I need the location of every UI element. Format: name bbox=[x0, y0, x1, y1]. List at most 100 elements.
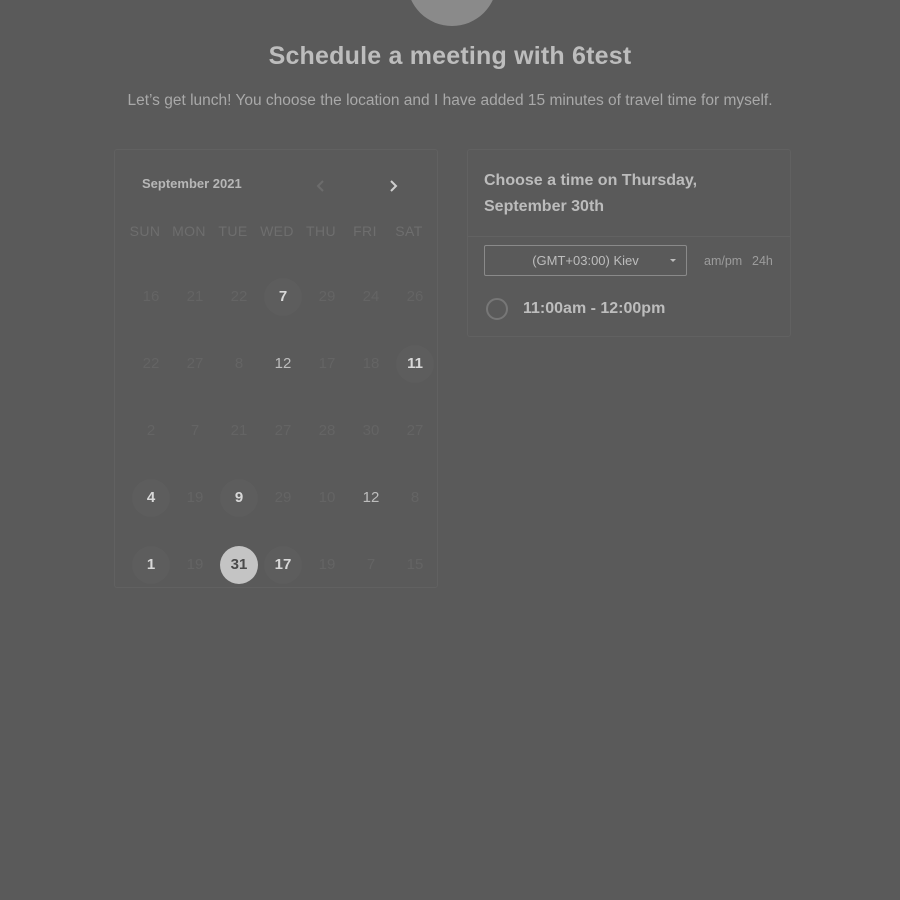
calendar-day: 19 bbox=[173, 464, 217, 531]
calendar-day-number: 29 bbox=[318, 288, 336, 305]
calendar-day-number: 27 bbox=[274, 422, 292, 439]
calendar-day-number: 7 bbox=[366, 556, 376, 573]
calendar-day: 2 bbox=[129, 397, 173, 464]
calendar-day-number: 19 bbox=[318, 556, 336, 573]
calendar-day-number: 31 bbox=[220, 545, 258, 584]
calendar-day: 21 bbox=[173, 263, 217, 330]
chevron-right-icon bbox=[390, 180, 398, 192]
calendar-day[interactable]: 1 bbox=[129, 531, 173, 598]
calendar-day-number: 10 bbox=[318, 489, 336, 506]
calendar-day-number: 21 bbox=[230, 422, 248, 439]
format-ampm-toggle[interactable]: am/pm bbox=[704, 254, 742, 268]
calendar-day: 27 bbox=[261, 397, 305, 464]
calendar-day-number: 17 bbox=[264, 545, 302, 584]
calendar-day: 8 bbox=[217, 330, 261, 397]
calendar-day: 7 bbox=[349, 531, 393, 598]
weekday-label: MON bbox=[172, 223, 206, 239]
calendar-day: 7 bbox=[173, 397, 217, 464]
weekday-label: THU bbox=[306, 223, 336, 239]
page-subtitle: Let’s get lunch! You choose the location… bbox=[127, 92, 773, 109]
calendar-day: 12 bbox=[261, 330, 305, 397]
time-slot-label: 11:00am - 12:00pm bbox=[523, 300, 666, 317]
calendar-day: 15 bbox=[393, 531, 437, 598]
calendar-day[interactable]: 9 bbox=[217, 464, 261, 531]
radio-button[interactable] bbox=[486, 298, 508, 320]
calendar-day-selected[interactable]: 31 bbox=[217, 531, 261, 598]
weekday-header: SUN MON TUE WED THU FRI SAT bbox=[123, 223, 431, 239]
time-slot[interactable]: 11:00am - 12:00pm bbox=[486, 296, 665, 322]
calendar-day[interactable]: 4 bbox=[129, 464, 173, 531]
time-panel-heading-line2: September 30th bbox=[484, 198, 605, 215]
calendar-day-number: 26 bbox=[406, 288, 424, 305]
format-24h-toggle[interactable]: 24h bbox=[752, 254, 773, 268]
day-grid: 16 21 22 7 29 24 26 22 27 8 12 17 18 11 2 7 21 27 28 30 27 4 1… bbox=[129, 263, 437, 598]
calendar-card: September 2021 SUN MON TUE WED THU FRI S… bbox=[114, 149, 438, 588]
calendar-day[interactable]: 17 bbox=[261, 531, 305, 598]
calendar-day-number: 17 bbox=[318, 355, 336, 372]
calendar-day[interactable]: 11 bbox=[393, 330, 437, 397]
calendar-day: 17 bbox=[305, 330, 349, 397]
calendar-day-number: 30 bbox=[362, 422, 380, 439]
weekday-label: WED bbox=[260, 223, 294, 239]
calendar-day: 27 bbox=[173, 330, 217, 397]
calendar-day: 29 bbox=[261, 464, 305, 531]
calendar-day-number: 7 bbox=[190, 422, 200, 439]
calendar-day-number: 1 bbox=[132, 545, 170, 584]
calendar-day-number: 27 bbox=[186, 355, 204, 372]
weekday-label: SAT bbox=[395, 223, 423, 239]
calendar-day-number: 8 bbox=[410, 489, 420, 506]
calendar-day: 12 bbox=[349, 464, 393, 531]
calendar-day: 16 bbox=[129, 263, 173, 330]
calendar-day: 18 bbox=[349, 330, 393, 397]
timezone-value: (GMT+03:00) Kiev bbox=[532, 253, 639, 268]
calendar-day-number: 18 bbox=[362, 355, 380, 372]
weekday-label: FRI bbox=[353, 223, 377, 239]
weekday-label: SUN bbox=[129, 223, 161, 239]
calendar-day: 21 bbox=[217, 397, 261, 464]
calendar-day: 27 bbox=[393, 397, 437, 464]
calendar-day-number: 15 bbox=[406, 556, 424, 573]
calendar-day-number: 11 bbox=[396, 344, 434, 383]
calendar-day: 28 bbox=[305, 397, 349, 464]
calendar-day-number: 16 bbox=[142, 288, 160, 305]
calendar-day-number: 21 bbox=[186, 288, 204, 305]
calendar-day-number: 24 bbox=[362, 288, 380, 305]
chevron-left-icon bbox=[316, 180, 324, 192]
calendar-day: 8 bbox=[393, 464, 437, 531]
calendar-day: 26 bbox=[393, 263, 437, 330]
calendar-day: 19 bbox=[305, 531, 349, 598]
calendar-day-number: 4 bbox=[132, 478, 170, 517]
calendar-day-number: 27 bbox=[406, 422, 424, 439]
caret-down-icon bbox=[670, 259, 676, 262]
calendar-day: 10 bbox=[305, 464, 349, 531]
calendar-day[interactable]: 7 bbox=[261, 263, 305, 330]
time-panel: Choose a time on Thursday, September 30t… bbox=[467, 149, 791, 337]
page-title: Schedule a meeting with 6test bbox=[268, 42, 632, 70]
calendar-day-number: 8 bbox=[234, 355, 244, 372]
calendar-day: 30 bbox=[349, 397, 393, 464]
calendar-day-number: 9 bbox=[220, 478, 258, 517]
calendar-day-number: 7 bbox=[264, 277, 302, 316]
calendar-day-number: 12 bbox=[274, 355, 292, 372]
prev-month-button[interactable] bbox=[309, 174, 333, 198]
timezone-select[interactable]: (GMT+03:00) Kiev bbox=[484, 245, 687, 276]
time-panel-heading-line1: Choose a time on Thursday, bbox=[484, 172, 698, 189]
time-panel-header: Choose a time on Thursday, September 30t… bbox=[468, 150, 790, 237]
calendar-day-number: 22 bbox=[142, 355, 160, 372]
calendar-day-number: 28 bbox=[318, 422, 336, 439]
calendar-day-number: 29 bbox=[274, 489, 292, 506]
calendar-day-number: 2 bbox=[146, 422, 156, 439]
calendar-day-number: 19 bbox=[186, 556, 204, 573]
calendar-day: 29 bbox=[305, 263, 349, 330]
calendar-day: 19 bbox=[173, 531, 217, 598]
calendar-day: 22 bbox=[129, 330, 173, 397]
calendar-day-number: 19 bbox=[186, 489, 204, 506]
calendar-day-number: 12 bbox=[362, 489, 380, 506]
calendar-day: 22 bbox=[217, 263, 261, 330]
weekday-label: TUE bbox=[218, 223, 248, 239]
avatar bbox=[407, 0, 497, 26]
calendar-day-number: 22 bbox=[230, 288, 248, 305]
month-label: September 2021 bbox=[142, 176, 242, 191]
calendar-day: 24 bbox=[349, 263, 393, 330]
next-month-button[interactable] bbox=[381, 174, 405, 198]
